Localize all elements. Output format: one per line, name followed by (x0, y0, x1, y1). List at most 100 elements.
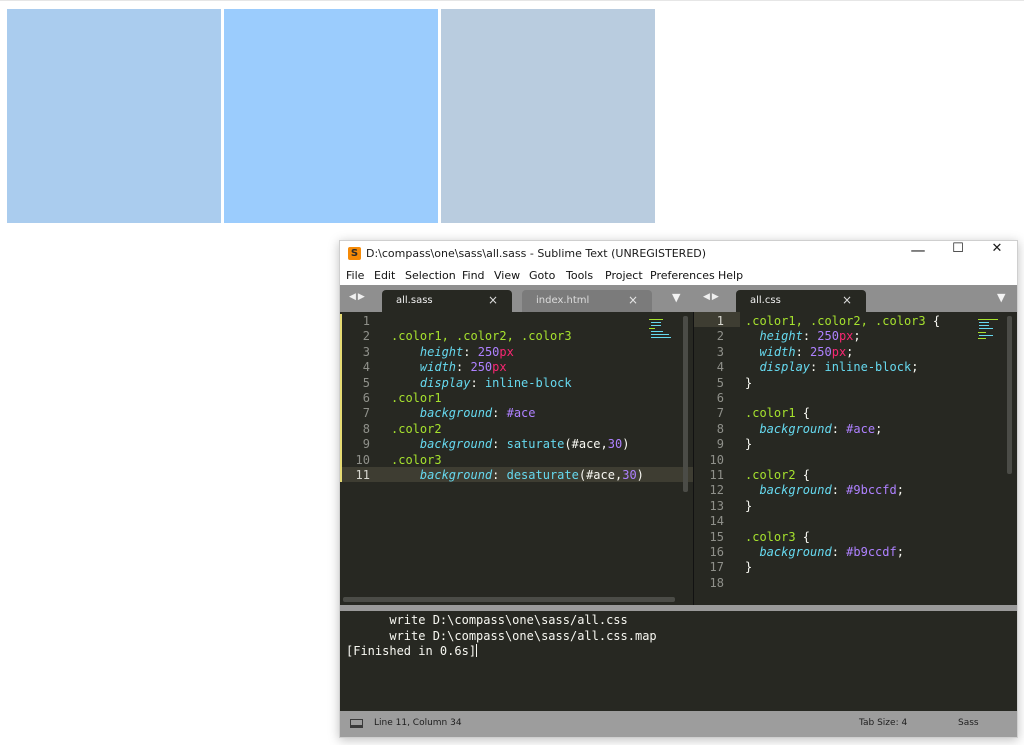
tab-size-selector[interactable]: Tab Size: 4 (859, 718, 907, 728)
syntax-selector[interactable]: Sass (958, 718, 979, 728)
tab-close-icon[interactable]: × (488, 293, 498, 307)
code-line: } (745, 437, 752, 451)
code-line: } (745, 560, 752, 574)
line-number: 1 (362, 314, 370, 328)
line-number: 4 (362, 360, 370, 375)
menu-file[interactable]: File (346, 269, 364, 282)
line-number: 3 (716, 344, 724, 359)
menu-view[interactable]: View (494, 269, 520, 282)
tab-list-dropdown-icon[interactable]: ▼ (997, 291, 1005, 304)
build-output-panel[interactable]: write D:\compass\one\sass/all.css write … (340, 611, 1017, 711)
tab-bar: ◀▶ all.sass × index.html × ▼ ◀▶ all.css … (340, 285, 1017, 312)
sublime-logo-icon: S (348, 247, 361, 260)
line-number: 18 (709, 575, 724, 590)
code-line: width: 250px (391, 360, 507, 374)
tab-close-icon[interactable]: × (842, 293, 852, 307)
tab-label: all.css (750, 295, 781, 306)
code-token: background (419, 437, 493, 452)
horizontal-scrollbar[interactable] (343, 597, 675, 602)
code-line: .color1 { (745, 406, 810, 420)
minimize-button[interactable]: — (898, 241, 938, 267)
code-token: } (745, 437, 753, 452)
menu-project[interactable]: Project (605, 269, 643, 282)
menu-goto[interactable]: Goto (529, 269, 555, 282)
menu-selection[interactable]: Selection (405, 269, 456, 282)
code-line: width: 250px; (745, 345, 853, 359)
code-token: background (759, 483, 832, 498)
maximize-button[interactable]: ☐ (938, 241, 978, 267)
status-bar: Line 11, Column 34 Tab Size: 4 Sass (340, 711, 1017, 737)
code-line: .color3 (391, 453, 442, 467)
editor-pane-sass[interactable]: 1 2 3 4 5 6 7 8 9 10 11 .color1, .color2, .color3 … (340, 312, 693, 605)
code-line: } (745, 376, 752, 390)
menu-preferences[interactable]: Preferences (650, 269, 715, 282)
title-bar[interactable]: S D:\compass\one\sass\all.sass - Sublime… (340, 241, 1017, 267)
menu-help[interactable]: Help (718, 269, 743, 282)
code-line: background: #ace (391, 406, 536, 420)
code-token: } (745, 498, 753, 513)
code-token: height (759, 329, 803, 344)
line-number: 7 (716, 406, 724, 421)
tab-nav-arrows-right-pane[interactable]: ◀▶ (703, 292, 721, 302)
code-token: background (419, 406, 493, 421)
line-number: 11 (355, 468, 370, 482)
tab-close-icon[interactable]: × (628, 293, 638, 307)
code-token: } (745, 375, 753, 390)
vertical-scrollbar[interactable] (1007, 316, 1012, 474)
code-token: px (499, 344, 514, 359)
cursor-position: Line 11, Column 34 (374, 718, 462, 728)
code-line: .color1, .color2, .color3 (391, 329, 572, 343)
code-token: .color2 (391, 421, 442, 436)
code-token: background (419, 468, 493, 482)
line-number: 8 (362, 421, 370, 436)
tab-list-dropdown-icon[interactable]: ▼ (672, 291, 680, 304)
menu-find[interactable]: Find (462, 269, 485, 282)
panel-toggle-icon[interactable] (350, 719, 363, 728)
code-line: .color3 { (745, 530, 810, 544)
swatch-color2 (224, 9, 438, 223)
line-number: 11 (709, 468, 724, 482)
vertical-scrollbar[interactable] (683, 316, 688, 492)
code-token: display (419, 375, 471, 390)
code-token: width (419, 360, 457, 375)
line-number: 3 (362, 344, 370, 359)
tab-index-html[interactable]: index.html × (522, 290, 652, 312)
code-line: background: #b9ccdf; (745, 545, 904, 559)
tab-label: index.html (536, 295, 590, 306)
sublime-window: S D:\compass\one\sass\all.sass - Sublime… (339, 240, 1018, 738)
line-number: 7 (362, 406, 370, 421)
tab-nav-arrows-left-pane[interactable]: ◀▶ (349, 292, 367, 302)
line-number: 4 (716, 360, 724, 375)
tab-all-sass[interactable]: all.sass × (382, 290, 512, 312)
code-token: display (759, 360, 811, 375)
menu-edit[interactable]: Edit (374, 269, 395, 282)
code-token: ; (896, 483, 904, 498)
code-token: { (932, 314, 941, 328)
close-button[interactable]: ✕ (977, 241, 1017, 267)
menu-tools[interactable]: Tools (566, 269, 593, 282)
line-number: 5 (716, 375, 724, 390)
code-token: : (831, 483, 847, 498)
code-token: saturate (506, 437, 565, 452)
code-line: .color2 { (745, 468, 810, 482)
page-top-border (0, 0, 1024, 1)
code-token: : (492, 437, 507, 452)
output-line: write D:\compass\one\sass/all.css.map (346, 629, 657, 643)
editor-pane-css[interactable]: 1 2 3 4 5 6 7 8 9 10 11 12 13 14 15 16 17 18 .color1, .co… (694, 312, 1017, 605)
line-number: 17 (709, 560, 724, 575)
minimap[interactable] (978, 318, 1000, 340)
code-token: 250 (477, 344, 500, 359)
code-token: : (456, 360, 471, 375)
code-token: 250 (817, 329, 839, 344)
tab-all-css[interactable]: all.css × (736, 290, 866, 312)
code-token: : (831, 421, 847, 436)
code-token: (#ace, (578, 468, 623, 482)
minimap[interactable] (649, 318, 671, 340)
